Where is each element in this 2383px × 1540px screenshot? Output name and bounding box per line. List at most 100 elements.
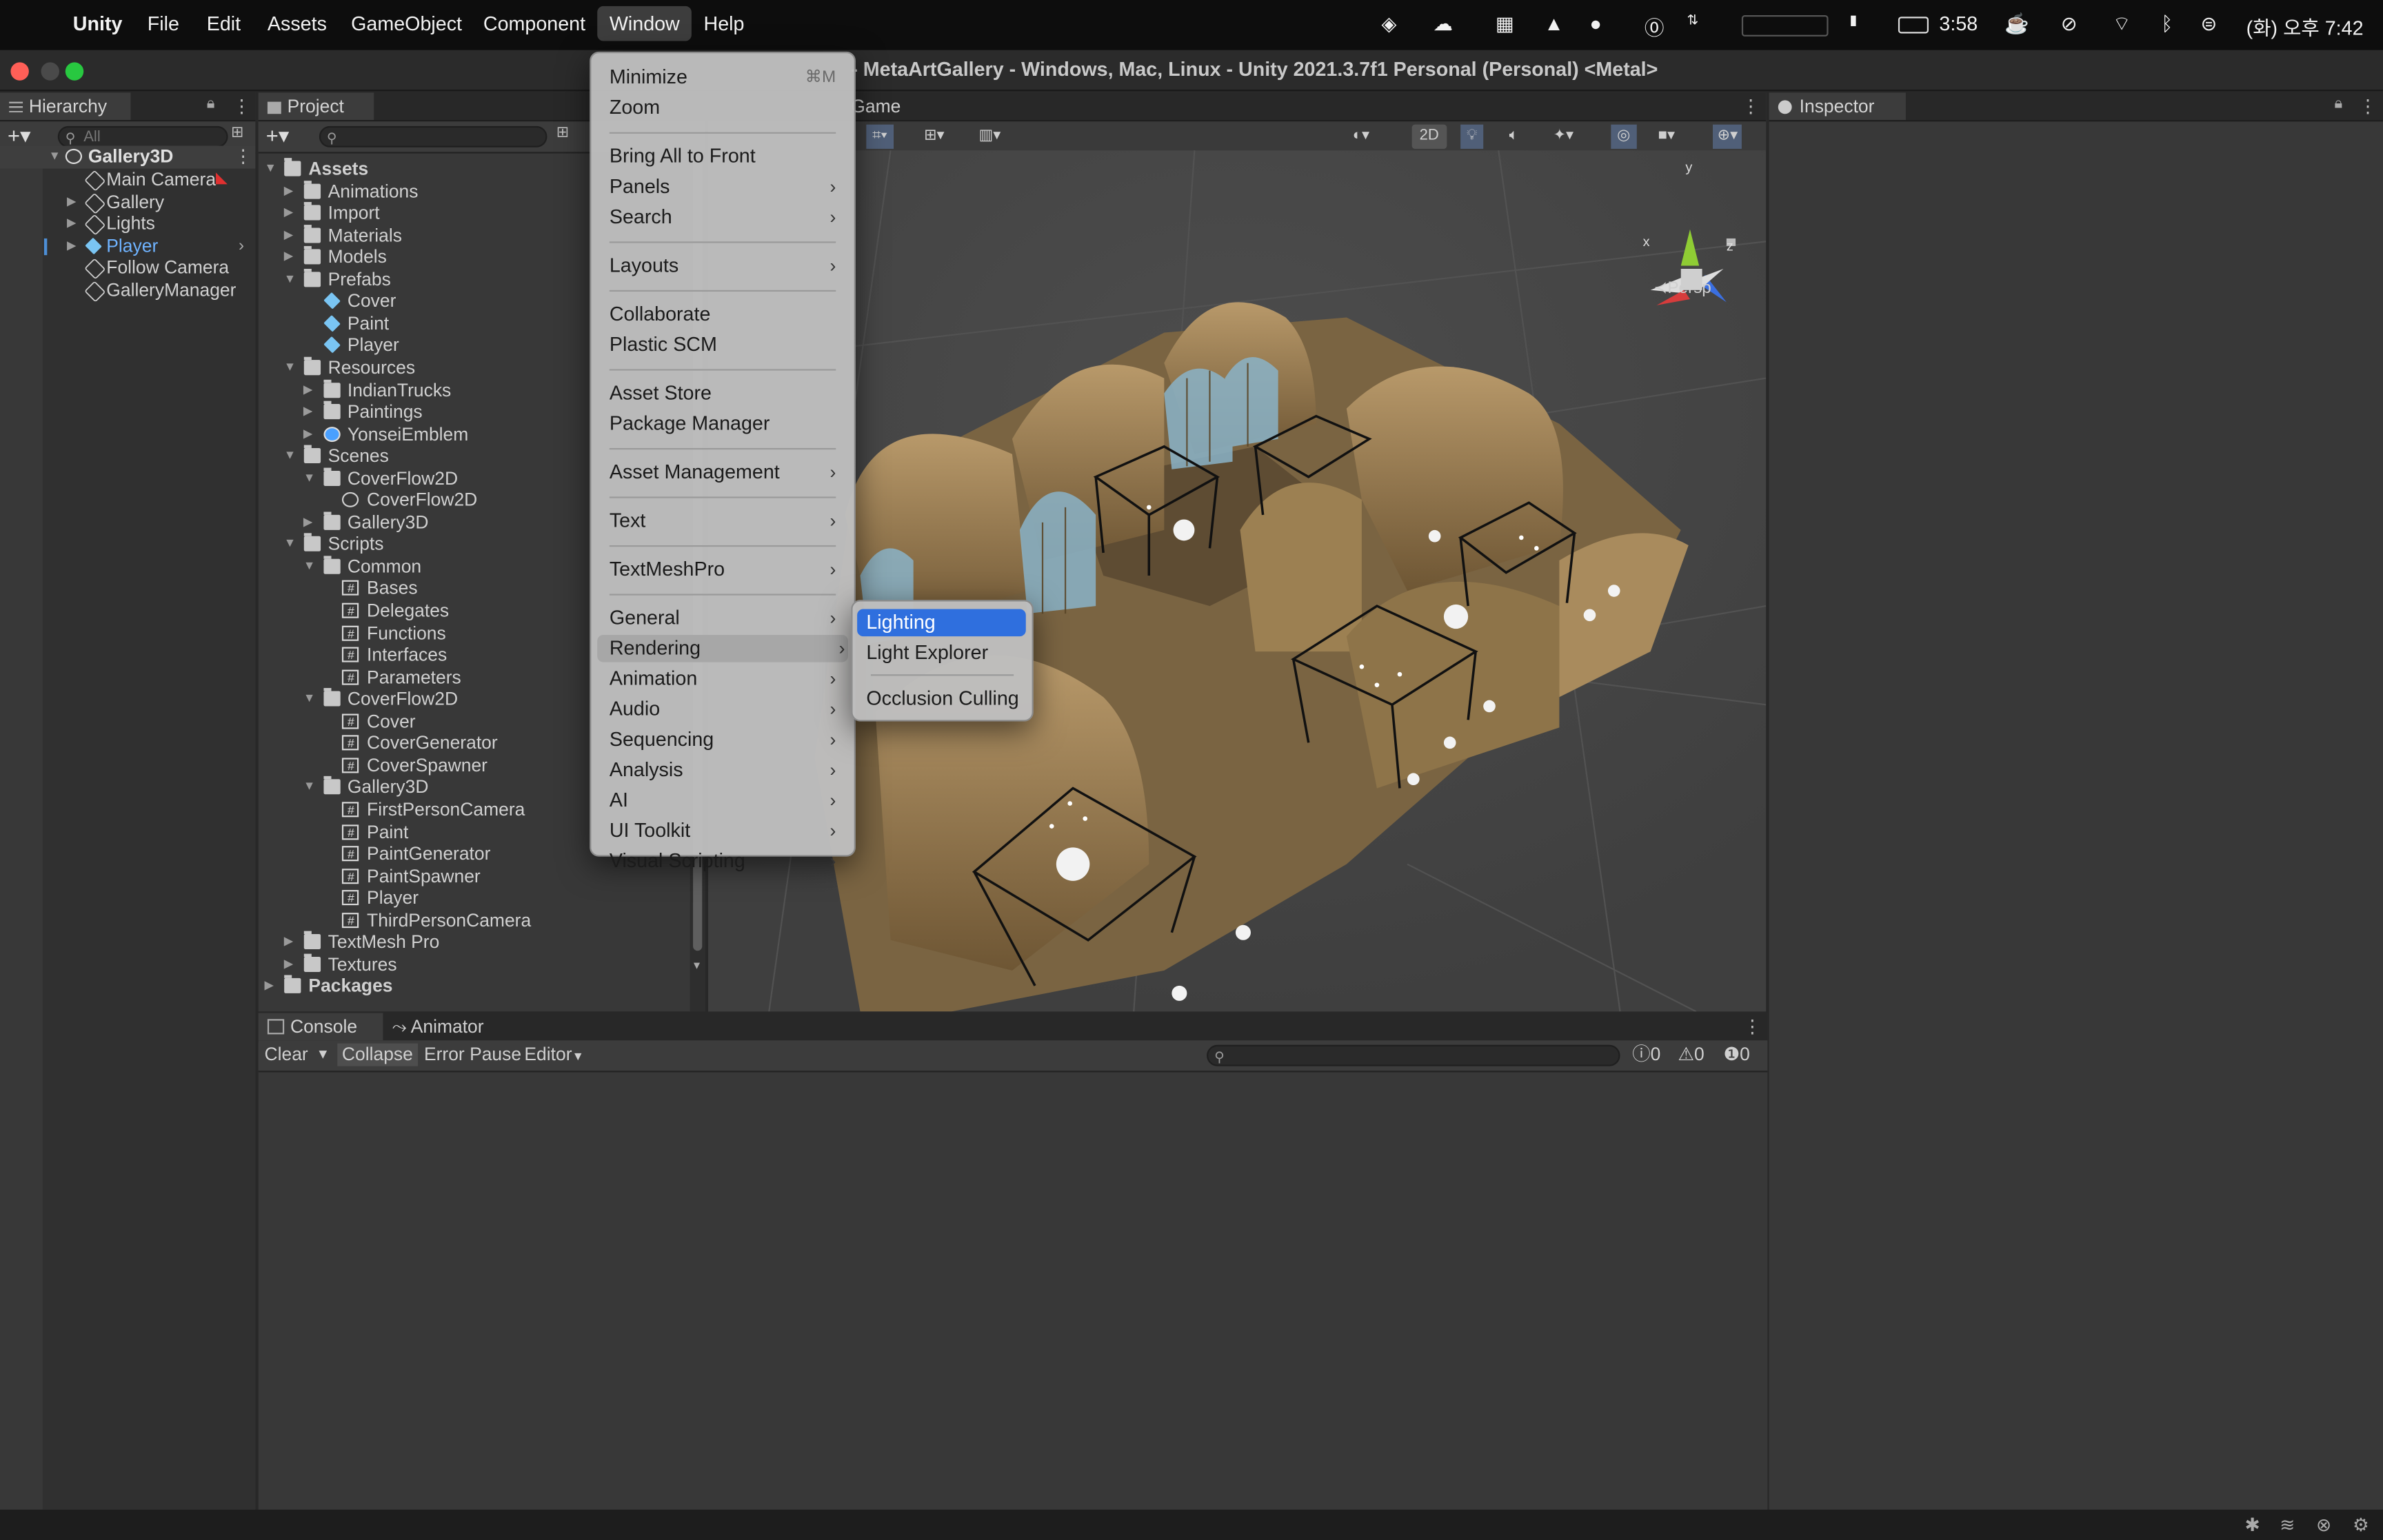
tab-project[interactable]: Project xyxy=(258,92,374,121)
project-tree-item[interactable]: ▶ Textures xyxy=(259,953,690,975)
menu-edit[interactable]: Edit xyxy=(207,12,241,35)
menu-item-text[interactable]: Text › xyxy=(610,507,839,535)
search-options-icon[interactable]: ⊞ xyxy=(231,125,243,141)
menu-item-asset-store[interactable]: Asset Store xyxy=(610,380,839,407)
bug-icon[interactable]: ✱ xyxy=(2244,1514,2260,1536)
editor-dropdown[interactable]: Editor▼ xyxy=(524,1044,584,1066)
wifi-icon[interactable]: ⌔ xyxy=(2113,12,2131,37)
menu-gameobject[interactable]: GameObject xyxy=(351,12,462,35)
menu-item-visual-scripting[interactable]: Visual Scripting › xyxy=(610,847,839,875)
snap-increment-icon[interactable]: ⊞▾ xyxy=(924,125,945,149)
visibility-icon[interactable]: ◎ xyxy=(1611,124,1637,149)
expand-arrow-icon[interactable]: ▶ xyxy=(284,246,299,268)
grid-snap-icon[interactable]: ⌗▾ xyxy=(866,124,894,149)
expand-arrow-icon[interactable]: ▶ xyxy=(67,191,82,213)
menu-item-panels[interactable]: Panels › xyxy=(610,173,839,201)
gizmos-icon[interactable]: ⊕▾ xyxy=(1713,124,1742,149)
expand-arrow-icon[interactable]: ▼ xyxy=(303,556,319,578)
clear-button[interactable]: Clear xyxy=(265,1044,308,1066)
expand-arrow-icon[interactable]: ▼ xyxy=(303,467,319,489)
hierarchy-item[interactable]: GalleryManager xyxy=(0,278,255,302)
tab-console[interactable]: Console xyxy=(258,1013,383,1041)
expand-arrow-icon[interactable]: ▶ xyxy=(303,379,319,401)
hierarchy-item[interactable]: Follow Camera xyxy=(0,256,255,280)
audio-toggle-icon[interactable]: 🔈︎ xyxy=(1509,125,1518,149)
close-window-button[interactable] xyxy=(10,62,29,81)
menu-item-lighting[interactable]: Lighting xyxy=(857,609,1026,637)
expand-arrow-icon[interactable]: ▶ xyxy=(284,224,299,246)
expand-arrow-icon[interactable]: ▶ xyxy=(284,180,299,202)
menu-item-audio[interactable]: Audio › xyxy=(610,696,839,723)
camera-icon[interactable]: ■▾ xyxy=(1658,125,1675,149)
menu-item-sequencing[interactable]: Sequencing › xyxy=(610,726,839,753)
menu-item-occlusion-culling[interactable]: Occlusion Culling xyxy=(866,685,1025,713)
error-count[interactable]: ❶0 xyxy=(1723,1044,1749,1066)
tab-hierarchy[interactable]: Hierarchy xyxy=(0,92,131,121)
tab-animator[interactable]: ⤳ Animator xyxy=(392,1016,484,1039)
scene-row[interactable]: ▼ Gallery3D ⋮ xyxy=(0,145,256,168)
expand-arrow-icon[interactable]: ▼ xyxy=(284,445,299,467)
menu-item-minimize[interactable]: Minimize ⌘M xyxy=(610,64,839,92)
menu-item-bring-all-to-front[interactable]: Bring All to Front xyxy=(610,143,839,170)
create-button[interactable]: +▾ xyxy=(8,123,31,148)
menu-item-plastic-scm[interactable]: Plastic SCM xyxy=(610,331,839,358)
menubar-clock[interactable]: (화) 오후 7:42 xyxy=(2246,12,2364,41)
lighting-toggle-icon[interactable]: 💡︎ xyxy=(1460,124,1484,149)
expand-arrow-icon[interactable]: ▶ xyxy=(284,202,299,224)
cache-server-icon[interactable]: ≋ xyxy=(2280,1514,2295,1536)
zoom-window-button[interactable] xyxy=(65,62,84,81)
project-tree-item[interactable]: ▶ TextMesh Pro xyxy=(259,931,690,953)
expand-arrow-icon[interactable]: ▶ xyxy=(284,953,299,975)
expand-arrow-icon[interactable]: ▼ xyxy=(303,777,319,799)
project-tree-item[interactable]: # ThirdPersonCamera xyxy=(259,909,690,931)
expand-arrow-icon[interactable]: ▼ xyxy=(49,146,64,168)
menu-component[interactable]: Component xyxy=(483,12,585,35)
expand-arrow-icon[interactable]: ▶ xyxy=(67,212,82,234)
cloud-icon[interactable]: ☁ xyxy=(1433,12,1453,37)
menu-item-ui-toolkit[interactable]: UI Toolkit › xyxy=(610,817,839,844)
expand-arrow-icon[interactable]: ▶ xyxy=(303,511,319,534)
menu-item-general[interactable]: General › xyxy=(610,605,839,632)
unity-icon[interactable]: ◈ xyxy=(1382,12,1397,37)
menu-assets[interactable]: Assets xyxy=(268,12,327,35)
ruler-icon[interactable]: ▥▾ xyxy=(978,125,1001,149)
menu-item-analysis[interactable]: Analysis › xyxy=(610,756,839,784)
hierarchy-item[interactable]: ▶ Gallery xyxy=(0,191,255,214)
grid-app-icon[interactable]: ▦ xyxy=(1496,12,1514,37)
expand-arrow-icon[interactable]: ▼ xyxy=(265,158,280,180)
expand-arrow-icon[interactable]: ▼ xyxy=(284,534,299,556)
auto-generate-lighting-icon[interactable]: ⊗ xyxy=(2316,1514,2331,1536)
expand-arrow-icon[interactable]: ▶ xyxy=(303,423,319,445)
control-center-icon[interactable]: ⊜ xyxy=(2201,12,2218,37)
menu-item-rendering[interactable]: Rendering › xyxy=(597,634,848,662)
menu-item-asset-management[interactable]: Asset Management › xyxy=(610,458,839,486)
battery-icon[interactable] xyxy=(1898,17,1929,34)
scene-view[interactable]: Game ⋮ ⌗▾ ⊞▾ ▥▾ ◐▾ 2D 💡︎ 🔈︎ ✦▾ ◎ ■▾ ⊕▾ y… xyxy=(708,92,1767,1012)
expand-arrow-icon[interactable]: ▶ xyxy=(67,234,82,256)
app-menu[interactable]: Unity xyxy=(73,12,123,35)
cpu-meter-icon[interactable]: ▮ xyxy=(1849,12,1857,29)
coffee-icon[interactable]: ☕ xyxy=(2004,12,2029,37)
drive-icon[interactable]: ▲ xyxy=(1544,12,1563,35)
projection-toggle[interactable]: ≺Persp xyxy=(1653,278,1711,297)
clear-options-icon[interactable]: ▼ xyxy=(316,1044,330,1066)
scene-menu-icon[interactable]: ⋮ xyxy=(1742,96,1760,117)
console-menu-icon[interactable]: ⋮ xyxy=(1743,1016,1761,1037)
expand-arrow-icon[interactable]: ▼ xyxy=(284,268,299,290)
search-by-type-icon[interactable]: ⊞ xyxy=(556,125,569,141)
expand-arrow-icon[interactable]: ▶ xyxy=(284,931,299,953)
eye-slash-icon[interactable]: ⊘ xyxy=(2061,12,2078,37)
project-search-input[interactable]: ⚲ xyxy=(319,125,547,148)
menu-file[interactable]: File xyxy=(148,12,179,35)
warning-count[interactable]: ⚠0 xyxy=(1678,1044,1704,1066)
collapse-button[interactable]: Collapse xyxy=(337,1043,418,1066)
bluetooth-icon[interactable]: ᛒ xyxy=(2161,12,2173,35)
draw-mode-icon[interactable]: ◐▾ xyxy=(1353,125,1369,149)
menu-item-collaborate[interactable]: Collaborate xyxy=(610,301,839,328)
network-meter-icon[interactable]: ⇅ xyxy=(1687,12,1699,29)
orientation-gizmo[interactable]: y x z ≺Persp xyxy=(1638,159,1760,317)
lock-icon[interactable]: 🔒︎ xyxy=(2334,96,2342,112)
tab-inspector[interactable]: Inspector xyxy=(1769,92,1906,121)
expand-arrow-icon[interactable]: ▼ xyxy=(284,357,299,379)
error-pause-button[interactable]: Error Pause xyxy=(424,1044,521,1066)
